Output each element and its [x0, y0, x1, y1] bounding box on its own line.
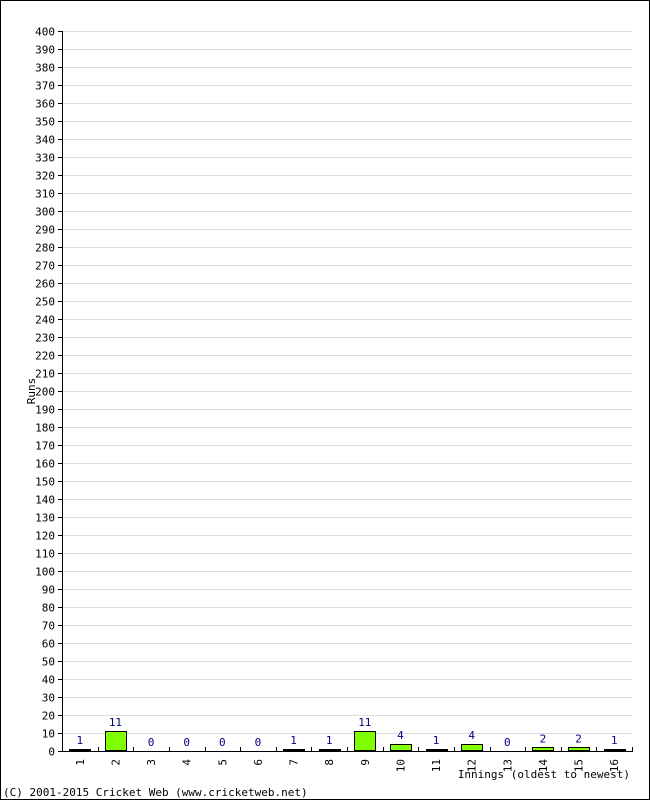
bar-value-label: 0: [183, 736, 190, 749]
bar: [69, 749, 91, 751]
y-tick-label: 160: [35, 458, 55, 471]
y-tick-label: 10: [42, 728, 55, 741]
bar-value-label: 2: [575, 732, 582, 745]
y-tick-label: 350: [35, 116, 55, 129]
y-tick-label: 260: [35, 278, 55, 291]
x-tick-label: 4: [181, 759, 194, 766]
x-tick-label: 6: [252, 759, 265, 766]
y-tick-label: 400: [35, 26, 55, 39]
bar-value-label: 2: [540, 732, 547, 745]
y-tick-label: 190: [35, 404, 55, 417]
runs-bar-chart: 0102030405060708090100110120130140150160…: [25, 26, 633, 781]
bar-value-label: 1: [433, 734, 440, 747]
y-tick-label: 280: [35, 242, 55, 255]
copyright-text: (C) 2001-2015 Cricket Web (www.cricketwe…: [3, 786, 308, 799]
x-tick-label: 8: [323, 759, 336, 766]
bar: [532, 747, 554, 751]
bar-value-label: 4: [468, 729, 475, 742]
y-tick-label: 0: [48, 746, 55, 759]
y-tick-label: 380: [35, 62, 55, 75]
y-tick-label: 40: [42, 674, 55, 687]
y-tick-label: 290: [35, 224, 55, 237]
bar-value-label: 1: [290, 734, 297, 747]
bar: [319, 749, 341, 751]
x-tick-label: 2: [109, 759, 122, 766]
bar-value-label: 1: [77, 734, 84, 747]
y-tick-label: 70: [42, 620, 55, 633]
y-tick-label: 60: [42, 638, 55, 651]
y-tick-label: 30: [42, 692, 55, 705]
bar: [426, 749, 448, 751]
bar: [604, 749, 626, 751]
x-tick-label: 10: [394, 759, 407, 772]
x-tick-label: 3: [145, 759, 158, 766]
bar-value-label: 4: [397, 729, 404, 742]
y-axis-ticks: 0 10 20 30 40 50 60 70 80 90 100 110 120 130 140 150 160…: [35, 26, 62, 759]
bar: [354, 731, 376, 751]
bar-value-label: 0: [504, 736, 511, 749]
y-tick-label: 170: [35, 440, 55, 453]
x-tick-label: 11: [430, 759, 443, 772]
x-tick-label: 7: [288, 759, 301, 766]
y-tick-label: 370: [35, 80, 55, 93]
y-tick-label: 220: [35, 350, 55, 363]
bar: [461, 744, 483, 751]
y-tick-label: 130: [35, 512, 55, 525]
y-tick-label: 100: [35, 566, 55, 579]
x-tick-label: 1: [74, 759, 87, 766]
x-tick-label: 9: [359, 759, 372, 766]
y-axis-label: Runs: [25, 378, 38, 405]
y-tick-label: 180: [35, 422, 55, 435]
y-tick-label: 360: [35, 98, 55, 111]
y-tick-label: 330: [35, 152, 55, 165]
y-tick-label: 50: [42, 656, 55, 669]
y-tick-label: 310: [35, 188, 55, 201]
bar-value-label: 0: [219, 736, 226, 749]
y-tick-label: 80: [42, 602, 55, 615]
bar-value-label: 1: [611, 734, 618, 747]
y-tick-label: 320: [35, 170, 55, 183]
bar-value-label: 11: [358, 716, 371, 729]
y-tick-label: 210: [35, 368, 55, 381]
y-tick-label: 150: [35, 476, 55, 489]
y-tick-label: 200: [35, 386, 55, 399]
gridlines: [62, 31, 632, 734]
y-tick-label: 110: [35, 548, 55, 561]
y-tick-label: 140: [35, 494, 55, 507]
y-tick-label: 340: [35, 134, 55, 147]
bar: [283, 749, 305, 751]
y-tick-label: 230: [35, 332, 55, 345]
bar-value-label: 11: [109, 716, 122, 729]
bar: [568, 747, 590, 751]
y-tick-label: 90: [42, 584, 55, 597]
y-tick-label: 390: [35, 44, 55, 57]
y-tick-label: 120: [35, 530, 55, 543]
x-tick-label: 5: [216, 759, 229, 766]
x-axis-label: Innings (oldest to newest): [458, 768, 630, 781]
bar-value-label: 0: [255, 736, 262, 749]
bar: [105, 731, 127, 751]
bar: [390, 744, 412, 751]
y-tick-label: 20: [42, 710, 55, 723]
bar-value-label: 1: [326, 734, 333, 747]
y-tick-label: 270: [35, 260, 55, 273]
chart-frame: 0 10 20 30 40 50 60 70 80 90 100 110 120 130 140 150 160…: [0, 0, 650, 800]
y-tick-label: 240: [35, 314, 55, 327]
bar-value-label: 0: [148, 736, 155, 749]
y-tick-label: 250: [35, 296, 55, 309]
y-tick-label: 300: [35, 206, 55, 219]
